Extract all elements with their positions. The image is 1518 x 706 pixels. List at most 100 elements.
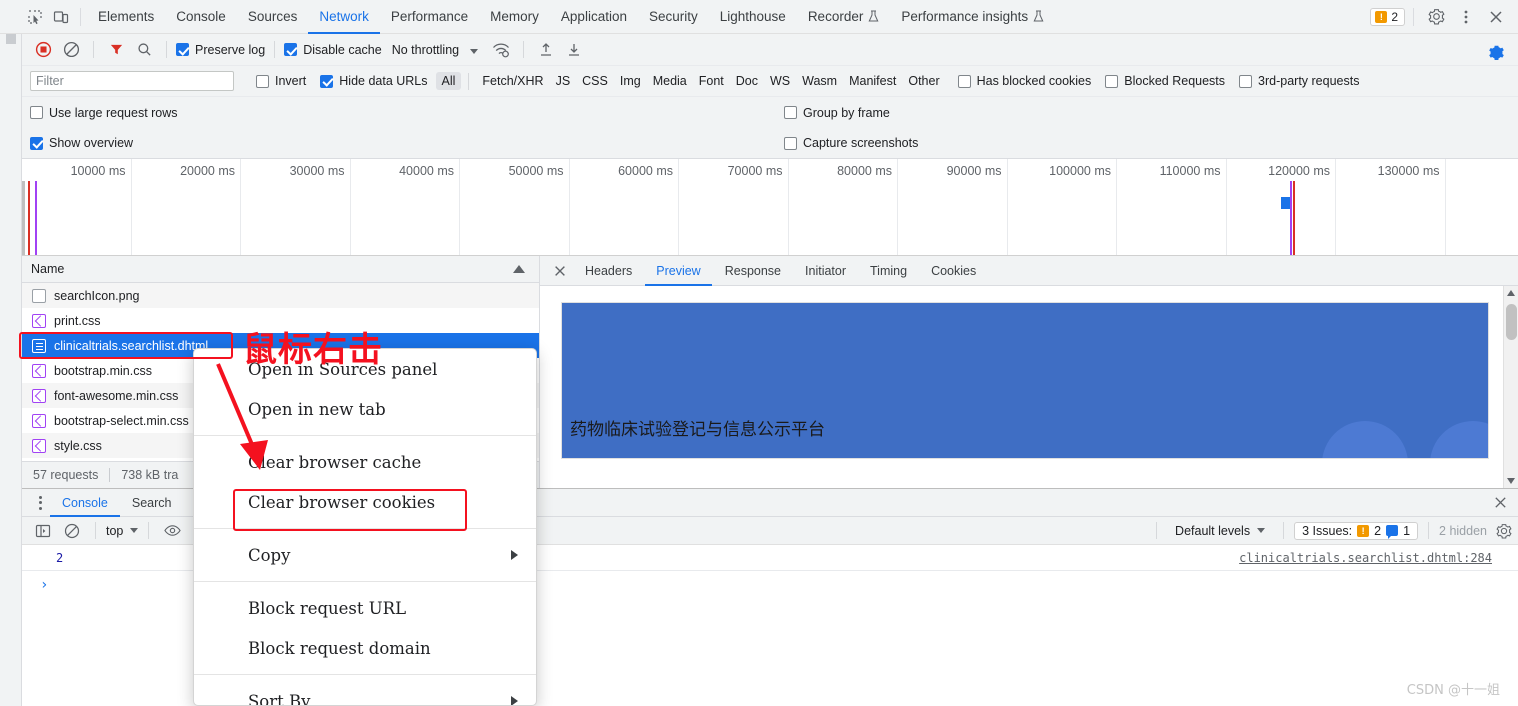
checkbox-box <box>256 74 269 88</box>
close-devtools-icon[interactable] <box>1482 3 1510 31</box>
filter-icon[interactable] <box>103 37 129 63</box>
filter-type-fetch-xhr[interactable]: Fetch/XHR <box>476 72 549 90</box>
invert-checkbox[interactable]: Invert <box>256 74 306 88</box>
filter-type-js[interactable]: JS <box>550 72 577 90</box>
tab-response[interactable]: Response <box>714 256 792 286</box>
filter-input[interactable] <box>30 71 234 91</box>
tab-network[interactable]: Network <box>308 0 380 34</box>
menu-item[interactable]: Clear browser cache <box>194 442 536 482</box>
tab-recorder[interactable]: Recorder <box>797 0 891 34</box>
tab-lighthouse[interactable]: Lighthouse <box>709 0 797 34</box>
tab-performance[interactable]: Performance <box>380 0 479 34</box>
filter-type-css[interactable]: CSS <box>576 72 614 90</box>
filter-type-media[interactable]: Media <box>647 72 693 90</box>
console-issues-badge[interactable]: 3 Issues: ! 2 1 <box>1294 521 1419 540</box>
request-context-menu: Open in Sources panel Open in new tab Clea… <box>193 348 537 706</box>
show-overview-checkbox[interactable]: Show overview <box>30 136 133 150</box>
drawer-more-options-icon[interactable] <box>30 492 50 514</box>
scroll-down-icon[interactable] <box>1507 478 1515 484</box>
log-source-link[interactable]: clinicaltrials.searchlist.dhtml:284 <box>1239 551 1492 565</box>
search-icon[interactable] <box>131 37 157 63</box>
has-blocked-cookies-checkbox[interactable]: Has blocked cookies <box>957 74 1091 88</box>
tab-performance-insights[interactable]: Performance insights <box>890 0 1055 34</box>
tab-label: Sources <box>247 9 298 24</box>
close-detail-icon[interactable] <box>548 259 572 283</box>
use-large-request-rows-checkbox[interactable]: Use large request rows <box>30 106 178 120</box>
clear-console-icon[interactable] <box>59 518 85 544</box>
overview-tick-label: 30000 ms <box>289 164 345 178</box>
preview-scrollbar[interactable] <box>1503 286 1518 488</box>
live-expression-eye-icon[interactable] <box>159 518 185 544</box>
third-party-requests-checkbox[interactable]: 3rd-party requests <box>1239 74 1359 88</box>
menu-item[interactable]: Clear browser cookies <box>194 482 536 522</box>
throttling-value: No throttling <box>391 42 460 57</box>
overview-tick-label: 1400 <box>1452 164 1518 178</box>
toolbar-separator <box>522 41 524 58</box>
group-by-frame-checkbox[interactable]: Group by frame <box>784 106 890 120</box>
filter-type-wasm[interactable]: Wasm <box>796 72 843 90</box>
network-overview-timeline[interactable]: 10000 ms 20000 ms 30000 ms 40000 ms 50000 ms… <box>22 159 1518 256</box>
inspect-element-icon[interactable] <box>22 4 48 30</box>
overview-left-handle[interactable] <box>22 181 25 255</box>
execution-context-dropdown[interactable]: top <box>106 524 139 538</box>
table-row[interactable]: searchIcon.png <box>22 283 539 308</box>
drawer-tab-console[interactable]: Console <box>50 489 120 517</box>
scrollbar-thumb[interactable] <box>1506 304 1517 340</box>
request-list-header[interactable]: Name <box>22 256 539 283</box>
import-har-icon[interactable] <box>533 37 559 63</box>
menu-item[interactable]: Copy <box>194 535 536 575</box>
more-options-icon[interactable] <box>1452 3 1480 31</box>
close-drawer-icon[interactable] <box>1493 495 1508 513</box>
stylesheet-file-icon <box>32 388 46 403</box>
clear-requests-icon[interactable] <box>58 37 84 63</box>
tab-preview[interactable]: Preview <box>645 256 711 286</box>
filter-type-manifest[interactable]: Manifest <box>843 72 902 90</box>
blocked-requests-checkbox[interactable]: Blocked Requests <box>1105 74 1225 88</box>
preview-content-area: 药物临床试验登记与信息公示平台 <box>540 286 1518 488</box>
console-sidebar-toggle-icon[interactable] <box>30 518 56 544</box>
menu-item[interactable]: Block request URL <box>194 588 536 628</box>
menu-separator <box>194 528 536 529</box>
log-levels-dropdown[interactable]: Default levels <box>1167 524 1273 538</box>
sort-ascending-icon[interactable] <box>513 265 525 273</box>
menu-item[interactable]: Open in new tab <box>194 389 536 429</box>
console-settings-gear-icon[interactable] <box>1490 517 1518 545</box>
request-name: font-awesome.min.css <box>54 388 179 403</box>
tab-memory[interactable]: Memory <box>479 0 550 34</box>
disable-cache-checkbox[interactable]: Disable cache <box>284 43 382 57</box>
scroll-up-icon[interactable] <box>1507 290 1515 296</box>
preserve-log-checkbox[interactable]: Preserve log <box>176 43 265 57</box>
filter-type-font[interactable]: Font <box>693 72 730 90</box>
issues-counter-badge[interactable]: ! 2 <box>1370 7 1405 26</box>
tab-cookies[interactable]: Cookies <box>920 256 987 286</box>
tab-sources[interactable]: Sources <box>237 0 309 34</box>
tab-headers[interactable]: Headers <box>574 256 643 286</box>
capture-screenshots-checkbox[interactable]: Capture screenshots <box>784 136 918 150</box>
filter-type-other[interactable]: Other <box>902 72 945 90</box>
menu-item[interactable]: Sort By <box>194 681 536 705</box>
tab-initiator[interactable]: Initiator <box>794 256 857 286</box>
export-har-icon[interactable] <box>561 37 587 63</box>
menu-item[interactable]: Block request domain <box>194 628 536 668</box>
filter-type-all[interactable]: All <box>435 72 462 90</box>
checkbox-box <box>784 136 797 150</box>
network-settings-gear-icon[interactable] <box>1482 38 1510 66</box>
filter-type-img[interactable]: Img <box>614 72 647 90</box>
filter-type-doc[interactable]: Doc <box>730 72 764 90</box>
checkbox-box <box>1105 74 1119 88</box>
hide-data-urls-checkbox[interactable]: Hide data URLs <box>320 74 428 88</box>
record-button[interactable] <box>30 37 56 63</box>
throttling-dropdown[interactable]: No throttling <box>392 43 478 57</box>
filter-type-ws[interactable]: WS <box>764 72 796 90</box>
drawer-tab-search[interactable]: Search <box>120 489 184 517</box>
settings-gear-icon[interactable] <box>1422 3 1450 31</box>
tab-console[interactable]: Console <box>165 0 237 34</box>
tab-security[interactable]: Security <box>638 0 709 34</box>
network-conditions-icon[interactable] <box>488 37 514 63</box>
tab-application[interactable]: Application <box>550 0 638 34</box>
tab-elements[interactable]: Elements <box>87 0 165 34</box>
submenu-arrow-icon <box>511 696 518 705</box>
device-toolbar-icon[interactable] <box>48 4 74 30</box>
tab-timing[interactable]: Timing <box>859 256 918 286</box>
show-overview-label: Show overview <box>49 136 134 150</box>
